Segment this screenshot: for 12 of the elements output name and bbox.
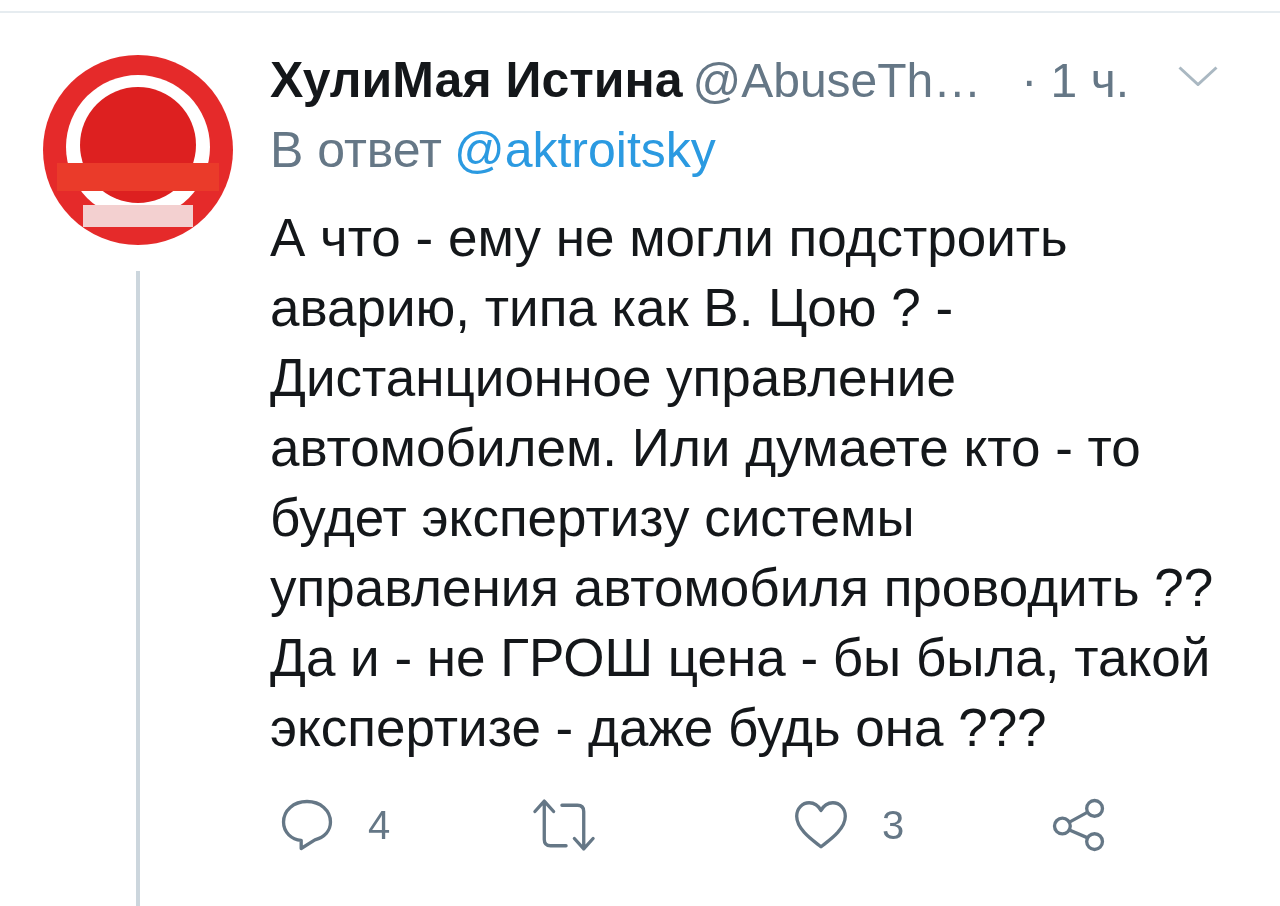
mention-link[interactable]: @aktroitsky — [453, 121, 716, 179]
author-name[interactable]: ХулиМая Истина — [270, 50, 683, 110]
action-count: 3 — [882, 802, 905, 848]
tweet-time[interactable]: · 1 ч. — [1021, 51, 1129, 111]
tweet-text: А что - ему не могли подстроить аварию, типа как В. Цою ? - Дистанционное управление автомобилем. Или думаете кто - то будет экспертизу системы управления автомобиля проводить ?? Да и - не ГРОШ цена - бы была, такой экспертизе - даже будь она ??? — [270, 207, 1215, 759]
reply-label: В ответ — [270, 121, 442, 179]
avatar-image[interactable] — [43, 55, 233, 245]
share-icon[interactable] — [1052, 798, 1106, 852]
action-count: 4 — [368, 802, 391, 848]
retweet-icon[interactable] — [532, 798, 596, 852]
author-handle[interactable]: @AbuseTh… — [692, 51, 982, 111]
reply-icon[interactable] — [280, 798, 334, 852]
